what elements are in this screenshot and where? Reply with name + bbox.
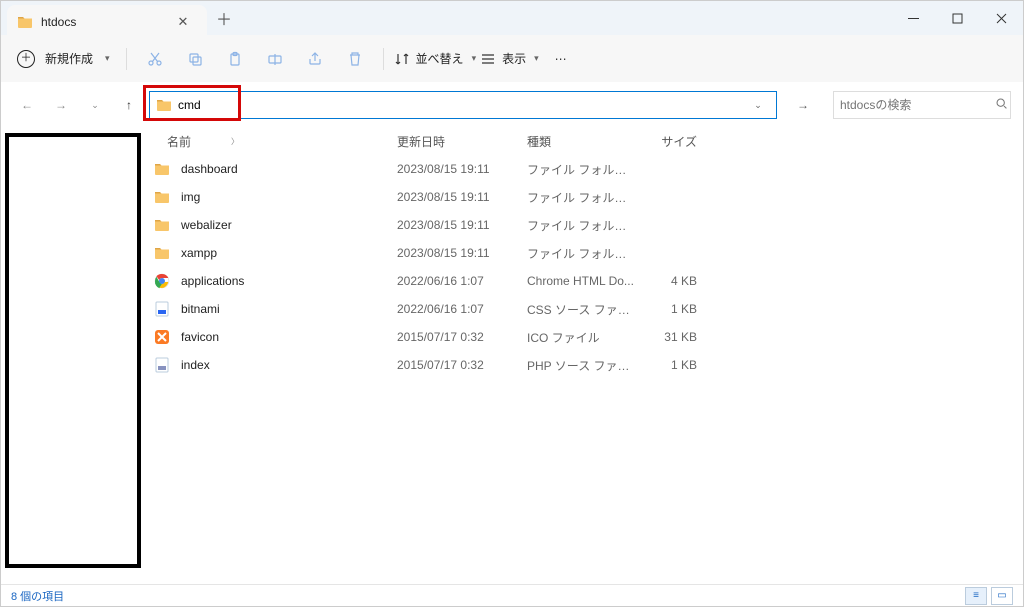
- file-size: 31 KB: [637, 330, 697, 344]
- chevron-down-icon: ▾: [105, 53, 110, 64]
- forward-button[interactable]: →: [47, 91, 75, 119]
- folder-icon: [17, 14, 33, 30]
- file-name: favicon: [181, 330, 397, 344]
- file-size: 4 KB: [637, 274, 697, 288]
- file-name: index: [181, 358, 397, 372]
- up-button[interactable]: ↑: [115, 91, 143, 119]
- plus-icon: ＋: [17, 50, 35, 68]
- recent-button[interactable]: ⌄: [81, 91, 109, 119]
- sort-icon: [394, 51, 410, 67]
- new-tab-button[interactable]: ＋: [207, 1, 241, 35]
- file-type: ファイル フォルダー: [527, 189, 637, 206]
- statusbar: 8 個の項目 ≡ ▭: [1, 584, 1023, 606]
- xampp-icon: [153, 328, 171, 346]
- folder-icon: [153, 188, 171, 206]
- view-button[interactable]: 表示 ▾: [480, 50, 539, 67]
- close-tab-button[interactable]: ✕: [169, 8, 197, 36]
- file-date: 2023/08/15 19:11: [397, 246, 527, 260]
- tab-title: htdocs: [41, 15, 169, 29]
- paste-button[interactable]: [217, 42, 253, 76]
- file-row[interactable]: favicon2015/07/17 0:32ICO ファイル31 KB: [141, 323, 1023, 351]
- file-date: 2015/07/17 0:32: [397, 330, 527, 344]
- search-icon: [995, 97, 1008, 113]
- folder-icon: [153, 244, 171, 262]
- file-name: applications: [181, 274, 397, 288]
- col-date[interactable]: 更新日時: [397, 133, 527, 150]
- file-type: ファイル フォルダー: [527, 245, 637, 262]
- file-type: ICO ファイル: [527, 329, 637, 346]
- new-button[interactable]: ＋ 新規作成 ▾: [11, 46, 116, 72]
- file-row[interactable]: applications2022/06/16 1:07Chrome HTML D…: [141, 267, 1023, 295]
- go-button[interactable]: →: [789, 91, 817, 119]
- rename-button[interactable]: [257, 42, 293, 76]
- maximize-button[interactable]: [935, 1, 979, 35]
- titlebar: htdocs ✕ ＋: [1, 1, 1023, 35]
- separator: [126, 48, 127, 70]
- php-icon: [153, 356, 171, 374]
- share-button[interactable]: [297, 42, 333, 76]
- col-size[interactable]: サイズ: [637, 133, 697, 150]
- folder-icon: [156, 97, 172, 113]
- status-text: 8 個の項目: [11, 588, 64, 604]
- file-type: ファイル フォルダー: [527, 161, 637, 178]
- delete-button[interactable]: [337, 42, 373, 76]
- file-name: webalizer: [181, 218, 397, 232]
- view-icon: [480, 51, 496, 67]
- copy-button[interactable]: [177, 42, 213, 76]
- file-row[interactable]: img2023/08/15 19:11ファイル フォルダー: [141, 183, 1023, 211]
- cut-button[interactable]: [137, 42, 173, 76]
- address-input[interactable]: [178, 92, 740, 118]
- file-date: 2022/06/16 1:07: [397, 274, 527, 288]
- file-date: 2015/07/17 0:32: [397, 358, 527, 372]
- tab-htdocs[interactable]: htdocs ✕: [7, 5, 207, 39]
- file-type: CSS ソース ファイル: [527, 301, 637, 318]
- chevron-down-icon: ▾: [472, 53, 477, 64]
- search-box[interactable]: [833, 91, 1011, 119]
- file-name: img: [181, 190, 397, 204]
- file-size: 1 KB: [637, 302, 697, 316]
- chevron-down-icon: ▾: [534, 53, 539, 64]
- file-name: dashboard: [181, 162, 397, 176]
- file-size: 1 KB: [637, 358, 697, 372]
- sort-button[interactable]: 並べ替え ▾: [394, 50, 477, 67]
- chrome-icon: [153, 272, 171, 290]
- file-type: ファイル フォルダー: [527, 217, 637, 234]
- separator: [383, 48, 384, 70]
- minimize-button[interactable]: [891, 1, 935, 35]
- file-row[interactable]: bitnami2022/06/16 1:07CSS ソース ファイル1 KB: [141, 295, 1023, 323]
- address-dropdown[interactable]: ⌄: [746, 92, 770, 118]
- file-name: xampp: [181, 246, 397, 260]
- file-pane: 名前〉 更新日時 種類 サイズ dashboard2023/08/15 19:1…: [141, 127, 1023, 584]
- address-bar[interactable]: ⌄: [149, 91, 777, 119]
- sidebar: [1, 127, 141, 584]
- col-type[interactable]: 種類: [527, 133, 637, 150]
- toolbar: ＋ 新規作成 ▾ 並べ替え ▾ 表示 ▾ ⋯: [1, 35, 1023, 83]
- file-date: 2023/08/15 19:11: [397, 190, 527, 204]
- close-window-button[interactable]: [979, 1, 1023, 35]
- css-icon: [153, 300, 171, 318]
- tiles-view-button[interactable]: ▭: [991, 587, 1013, 605]
- file-row[interactable]: xampp2023/08/15 19:11ファイル フォルダー: [141, 239, 1023, 267]
- file-row[interactable]: webalizer2023/08/15 19:11ファイル フォルダー: [141, 211, 1023, 239]
- file-row[interactable]: index2015/07/17 0:32PHP ソース ファイル1 KB: [141, 351, 1023, 379]
- back-button[interactable]: ←: [13, 91, 41, 119]
- more-button[interactable]: ⋯: [543, 42, 579, 76]
- file-type: Chrome HTML Do...: [527, 274, 637, 288]
- sort-caret-icon: 〉: [231, 136, 239, 147]
- file-date: 2023/08/15 19:11: [397, 162, 527, 176]
- sidebar-mask: [5, 133, 141, 568]
- search-input[interactable]: [840, 98, 995, 112]
- navbar: ← → ⌄ ↑ ⌄ →: [1, 83, 1023, 127]
- file-type: PHP ソース ファイル: [527, 357, 637, 374]
- file-name: bitnami: [181, 302, 397, 316]
- details-view-button[interactable]: ≡: [965, 587, 987, 605]
- folder-icon: [153, 216, 171, 234]
- file-date: 2022/06/16 1:07: [397, 302, 527, 316]
- file-date: 2023/08/15 19:11: [397, 218, 527, 232]
- column-headers: 名前〉 更新日時 種類 サイズ: [141, 127, 1023, 155]
- file-row[interactable]: dashboard2023/08/15 19:11ファイル フォルダー: [141, 155, 1023, 183]
- col-name[interactable]: 名前〉: [167, 133, 397, 150]
- folder-icon: [153, 160, 171, 178]
